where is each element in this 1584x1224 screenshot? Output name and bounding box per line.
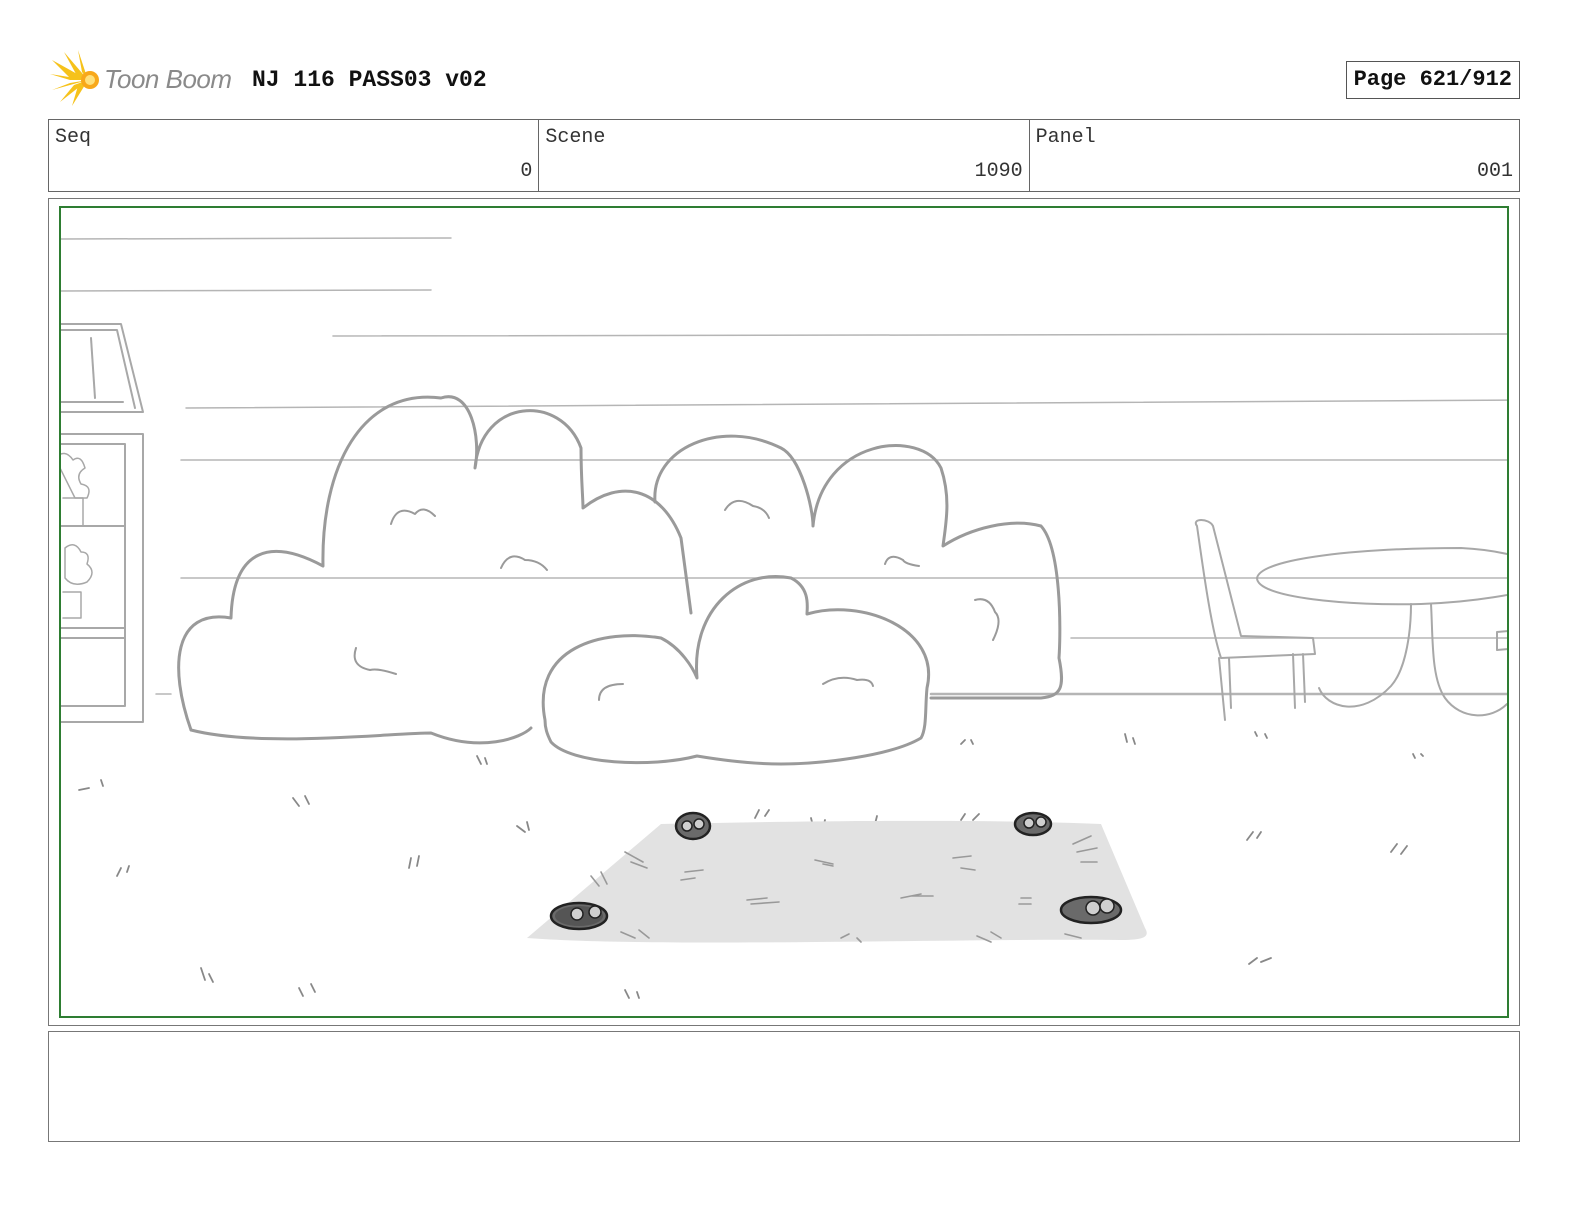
background-lines — [61, 237, 1507, 696]
cabinet — [61, 323, 144, 723]
seq-label: Seq — [55, 126, 92, 149]
starburst-icon — [50, 50, 99, 106]
panel-label: Panel — [1035, 126, 1096, 149]
critter-back-left — [674, 811, 712, 841]
storyboard-panel — [59, 206, 1509, 1018]
bushes — [177, 395, 1064, 766]
panel-value: 001 — [1476, 160, 1513, 183]
info-row: Seq 0 Scene 1090 Panel 001 — [48, 119, 1520, 192]
scene-label: Scene — [545, 126, 606, 149]
seq-value: 0 — [520, 160, 533, 183]
page-indicator: Page 621/912 — [1345, 61, 1520, 99]
notes-box — [48, 1031, 1520, 1142]
toon-boom-logo: Toon Boom — [48, 50, 248, 110]
logo-text: Toon Boom — [104, 64, 232, 94]
panel-cell: Panel 001 — [1030, 120, 1519, 191]
chair — [1194, 519, 1316, 721]
critter-front-left — [549, 901, 609, 931]
scene-cell: Scene 1090 — [539, 120, 1030, 191]
panel-frame — [48, 198, 1520, 1026]
page-header: Toon Boom NJ 116 PASS03 v02 Page 621/912 — [48, 50, 1520, 110]
seq-cell: Seq 0 — [49, 120, 540, 191]
critter-back-right — [1013, 811, 1053, 837]
mat — [527, 820, 1147, 943]
critter-front-right — [1059, 895, 1123, 925]
document-title: NJ 116 PASS03 v02 — [252, 67, 487, 93]
scene-value: 1090 — [974, 160, 1023, 183]
panel-sketch — [61, 237, 1507, 999]
